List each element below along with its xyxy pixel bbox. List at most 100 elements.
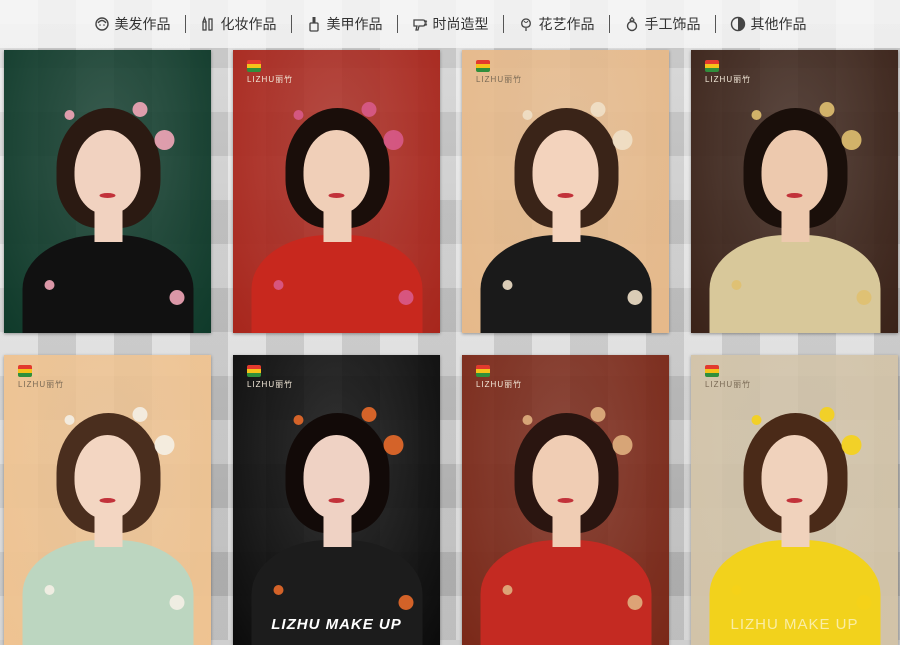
portrait-face [74, 435, 140, 519]
hair-accessory [273, 280, 283, 290]
half-circle-icon [730, 16, 745, 32]
hair-accessory [819, 407, 834, 422]
portrait-lips [786, 193, 802, 198]
portrait-face [303, 435, 369, 519]
logo-mark-icon [705, 365, 719, 377]
hair-accessory [44, 280, 54, 290]
hair-accessory [819, 102, 834, 117]
portrait-photo [4, 50, 211, 333]
logo-mark-icon [476, 365, 490, 377]
portrait-photo [4, 355, 211, 645]
portrait-photo [462, 50, 669, 333]
hair-dryer-icon [412, 19, 427, 31]
portrait-lips [786, 498, 802, 503]
nav-item-fashion[interactable]: 时尚造型 [398, 0, 503, 48]
logo-text: LIZHU丽竹 [18, 380, 65, 389]
hair-accessory [751, 110, 761, 120]
hair-accessory [273, 585, 283, 595]
portrait-photo [462, 355, 669, 645]
lizhu-logo: LIZHU丽竹 [247, 365, 293, 390]
nav-item-nail[interactable]: 美甲作品 [292, 0, 397, 48]
portfolio-card[interactable]: LIZHU丽竹 [233, 50, 440, 333]
hair-accessory [612, 435, 632, 455]
portrait-face [761, 435, 827, 519]
hair-accessory [731, 585, 741, 595]
hair-accessory [522, 415, 532, 425]
portrait-lips [328, 193, 344, 198]
hair-accessory [132, 102, 147, 117]
portfolio-card[interactable]: LIZHU丽竹 [4, 355, 211, 645]
hair-accessory [293, 415, 303, 425]
portfolio-card[interactable]: LIZHU丽竹 [462, 50, 669, 333]
hair-accessory [398, 595, 413, 610]
hair-accessory [502, 585, 512, 595]
hair-accessory [64, 110, 74, 120]
hair-accessory [361, 102, 376, 117]
nav-label: 化妆作品 [220, 17, 277, 33]
portfolio-card[interactable]: LIZHU丽竹 [691, 50, 898, 333]
hair-accessory [612, 130, 632, 150]
lizhu-logo: LIZHU丽竹 [476, 60, 522, 85]
lizhu-logo: LIZHU丽竹 [705, 365, 751, 390]
nav-label: 手工饰品 [644, 17, 701, 33]
flower-icon [520, 18, 531, 31]
hair-accessory [856, 595, 871, 610]
hair-icon [94, 17, 109, 31]
hair-accessory [154, 435, 174, 455]
brand-watermark: LIZHU MAKE UP [730, 616, 859, 633]
logo-text: LIZHU丽竹 [247, 75, 294, 84]
category-nav: 美发作品 化妆作品 美甲作品 时尚造型 花艺作品 手工饰品 其他作品 [0, 0, 900, 48]
nav-item-handmade[interactable]: 手工饰品 [610, 0, 715, 48]
lizhu-logo: LIZHU丽竹 [247, 60, 293, 85]
nav-label: 美发作品 [114, 17, 171, 33]
hair-accessory [361, 407, 376, 422]
logo-mark-icon [705, 60, 719, 72]
hair-accessory [627, 290, 642, 305]
nav-item-floral[interactable]: 花艺作品 [504, 0, 609, 48]
portrait-lips [99, 498, 115, 503]
hair-accessory [132, 407, 147, 422]
hair-accessory [731, 280, 741, 290]
lizhu-logo: LIZHU丽竹 [476, 365, 522, 390]
portfolio-card[interactable] [4, 50, 211, 333]
logo-mark-icon [18, 365, 32, 377]
portrait-lips [557, 498, 573, 503]
nav-item-other[interactable]: 其他作品 [716, 0, 821, 48]
nail-polish-icon [308, 17, 319, 32]
portrait-face [532, 130, 598, 214]
hair-accessory [169, 595, 184, 610]
hair-accessory [383, 130, 403, 150]
portrait-face [74, 130, 140, 214]
ring-icon [626, 16, 637, 32]
hair-accessory [841, 130, 861, 150]
portfolio-card[interactable]: LIZHU丽竹 LIZHU MAKE UP [691, 355, 898, 645]
portrait-lips [557, 193, 573, 198]
portrait-lips [99, 193, 115, 198]
portrait-photo [691, 355, 898, 645]
logo-mark-icon [476, 60, 490, 72]
nav-item-makeup[interactable]: 化妆作品 [186, 0, 291, 48]
portfolio-card[interactable]: LIZHU丽竹 LIZHU MAKE UP [233, 355, 440, 645]
portrait-face [303, 130, 369, 214]
logo-text: LIZHU丽竹 [705, 75, 752, 84]
hair-accessory [841, 435, 861, 455]
hair-accessory [590, 102, 605, 117]
portfolio-card[interactable]: LIZHU丽竹 [462, 355, 669, 645]
hair-accessory [44, 585, 54, 595]
logo-text: LIZHU丽竹 [476, 380, 523, 389]
portrait-face [761, 130, 827, 214]
nav-item-hair[interactable]: 美发作品 [80, 0, 185, 48]
portrait-lips [328, 498, 344, 503]
nav-label: 时尚造型 [432, 17, 489, 33]
hair-accessory [627, 595, 642, 610]
nav-label: 花艺作品 [538, 17, 595, 33]
hair-accessory [590, 407, 605, 422]
hair-accessory [154, 130, 174, 150]
portrait-photo [233, 355, 440, 645]
lizhu-logo: LIZHU丽竹 [18, 365, 64, 390]
hair-accessory [751, 415, 761, 425]
hair-accessory [64, 415, 74, 425]
portrait-photo [691, 50, 898, 333]
logo-mark-icon [247, 365, 261, 377]
hair-accessory [502, 280, 512, 290]
